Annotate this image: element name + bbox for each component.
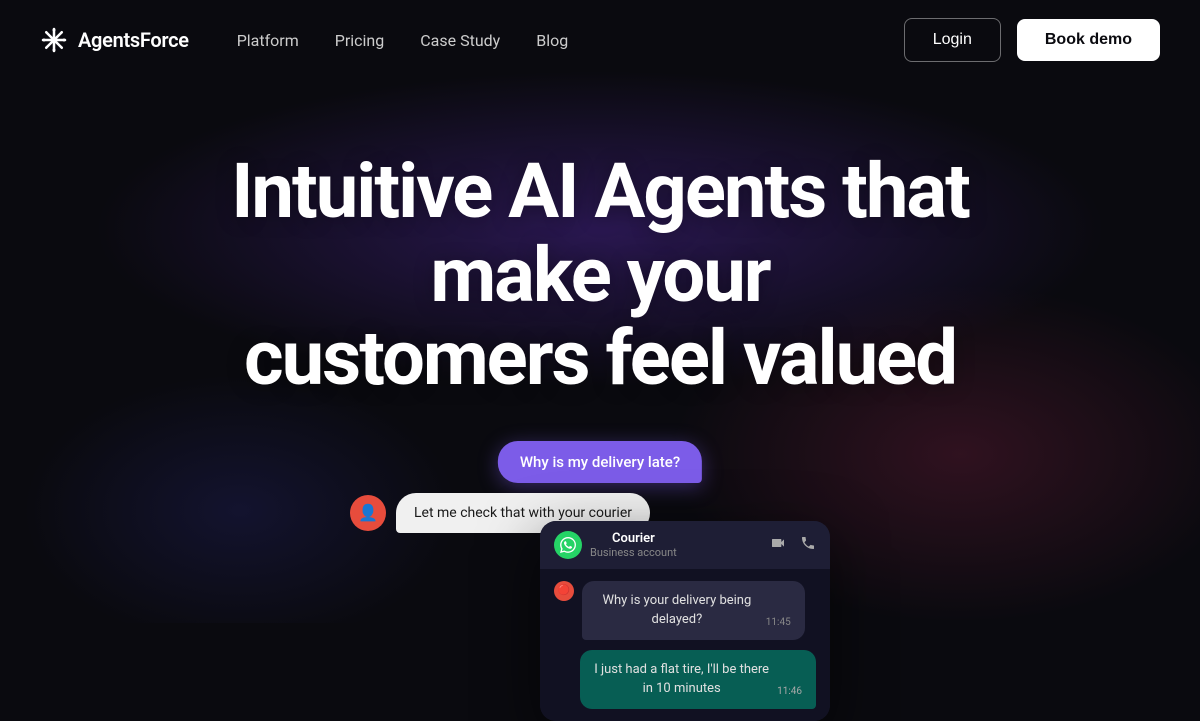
- nav-links: Platform Pricing Case Study Blog: [237, 31, 569, 50]
- card-info: Courier Business account: [554, 531, 677, 559]
- sender-avatar-sm: 🔴: [554, 581, 574, 601]
- navbar: AgentsForce Platform Pricing Case Study …: [0, 0, 1200, 80]
- login-button[interactable]: Login: [904, 18, 1001, 62]
- nav-item-platform[interactable]: Platform: [237, 31, 299, 50]
- received-msg-row: 🔴 Why is your delivery being delayed? 11…: [554, 581, 816, 640]
- nav-right: Login Book demo: [904, 18, 1160, 62]
- whatsapp-icon: [554, 531, 582, 559]
- card-actions: [770, 535, 816, 555]
- logo-text: AgentsForce: [78, 28, 189, 52]
- card-header: Courier Business account: [540, 521, 830, 569]
- received-bubble: Why is your delivery being delayed? 11:4…: [582, 581, 805, 640]
- hero-title-line1: Intuitive AI Agents that make your: [231, 146, 969, 320]
- chat-illustration: Why is my delivery late? 👤 Let me check …: [0, 441, 1200, 641]
- nav-item-blog[interactable]: Blog: [536, 31, 568, 50]
- nav-link-blog[interactable]: Blog: [536, 31, 568, 50]
- card-title: Courier: [590, 531, 677, 546]
- nav-item-case-study[interactable]: Case Study: [420, 31, 500, 50]
- nav-link-platform[interactable]: Platform: [237, 31, 299, 50]
- received-time: 11:45: [766, 615, 791, 630]
- user-chat-bubble: Why is my delivery late?: [498, 441, 702, 483]
- sent-time: 11:46: [777, 684, 802, 699]
- hero-section: Intuitive AI Agents that make your custo…: [0, 80, 1200, 641]
- logo-link[interactable]: AgentsForce: [40, 26, 189, 54]
- card-body: 🔴 Why is your delivery being delayed? 11…: [540, 569, 830, 721]
- phone-call-icon: [800, 535, 816, 555]
- nav-link-case-study[interactable]: Case Study: [420, 31, 500, 50]
- received-msg-text: Why is your delivery being delayed?: [596, 591, 758, 630]
- card-subtitle: Business account: [590, 546, 677, 559]
- nav-item-pricing[interactable]: Pricing: [335, 31, 385, 50]
- nav-link-pricing[interactable]: Pricing: [335, 31, 385, 50]
- agent-avatar: 👤: [350, 495, 386, 531]
- video-call-icon: [770, 535, 786, 555]
- sent-msg-text: I just had a flat tire, I'll be there in…: [594, 660, 769, 699]
- hero-title: Intuitive AI Agents that make your custo…: [150, 150, 1050, 401]
- hero-title-line2: customers feel valued: [244, 313, 956, 403]
- book-demo-button[interactable]: Book demo: [1017, 19, 1160, 61]
- sent-bubble: I just had a flat tire, I'll be there in…: [580, 650, 816, 709]
- whatsapp-card: Courier Business account: [540, 521, 830, 721]
- nav-left: AgentsForce Platform Pricing Case Study …: [40, 26, 568, 54]
- sent-msg-row: I just had a flat tire, I'll be there in…: [554, 650, 816, 709]
- logo-icon: [40, 26, 68, 54]
- card-contact-info: Courier Business account: [590, 531, 677, 559]
